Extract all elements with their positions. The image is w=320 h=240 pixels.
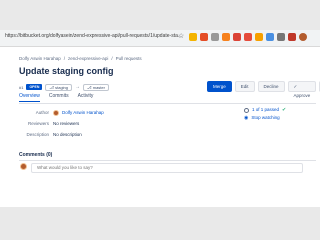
extension-icon-1[interactable] bbox=[189, 33, 197, 41]
browser-extension-icons: ☆ bbox=[178, 33, 307, 41]
pr-tabs: Overview Commits Activity bbox=[19, 93, 93, 102]
clock-icon bbox=[244, 107, 249, 113]
author-value[interactable]: Dolfy Aswin Harahap bbox=[53, 109, 104, 117]
tab-overview[interactable]: Overview bbox=[19, 93, 40, 102]
author-label: Author bbox=[35, 110, 49, 115]
avatar bbox=[53, 109, 59, 116]
star-icon[interactable]: ☆ bbox=[178, 33, 186, 41]
reviewers-value: No reviewers bbox=[53, 121, 80, 126]
profile-avatar-icon[interactable] bbox=[299, 33, 307, 41]
source-branch[interactable]: ⎇ staging bbox=[45, 83, 73, 91]
extension-icon-5[interactable] bbox=[233, 33, 241, 41]
extension-icon-4[interactable] bbox=[222, 33, 230, 41]
extension-icon-2[interactable] bbox=[200, 33, 208, 41]
extension-icon-8[interactable] bbox=[266, 33, 274, 41]
check-icon: ✓ bbox=[293, 84, 298, 89]
extension-icon-10[interactable] bbox=[288, 33, 296, 41]
breadcrumb-repo[interactable]: zend-expressive-api bbox=[68, 56, 108, 61]
merge-button[interactable]: Merge bbox=[207, 81, 232, 92]
watch-toggle[interactable]: ◉ Stop watching bbox=[244, 114, 286, 122]
decline-button[interactable]: Decline bbox=[257, 81, 285, 92]
extension-icon-9[interactable] bbox=[277, 33, 285, 41]
description-value: No description bbox=[53, 132, 82, 137]
comment-input[interactable] bbox=[31, 163, 303, 173]
approve-button[interactable]: ✓ Approve bbox=[287, 81, 317, 98]
extension-icon-7[interactable] bbox=[255, 33, 263, 41]
breadcrumb: Dolfy Aswin Harahap / zend-expressive-api /… bbox=[19, 56, 142, 61]
comments-heading: Comments (0) bbox=[19, 152, 53, 158]
branch-row: #1 OPEN ⎇ staging → ⎇ master bbox=[19, 83, 109, 91]
reviewers-label: Reviewers bbox=[27, 121, 49, 126]
status-badge: OPEN bbox=[26, 84, 43, 90]
build-status[interactable]: 1 of 1 passed ✔ bbox=[244, 106, 286, 114]
url-text[interactable]: https://bitbucket.org/dolfyasein/zend-ex… bbox=[5, 33, 182, 39]
avatar bbox=[20, 163, 27, 170]
extension-icon-3[interactable] bbox=[211, 33, 219, 41]
pr-actions: Merge Edit Decline ✓ Approve ⋮ bbox=[207, 81, 320, 98]
arrow-right-icon: → bbox=[75, 84, 81, 90]
tabs-divider bbox=[19, 103, 316, 104]
breadcrumb-owner[interactable]: Dolfy Aswin Harahap bbox=[19, 56, 61, 61]
browser-address-bar[interactable]: https://bitbucket.org/dolfyasein/zend-ex… bbox=[0, 30, 320, 47]
eye-icon: ◉ bbox=[244, 115, 249, 121]
breadcrumb-section[interactable]: Pull requests bbox=[116, 56, 142, 61]
extension-icon-6[interactable] bbox=[244, 33, 252, 41]
pr-sidebar: 1 of 1 passed ✔ ◉ Stop watching bbox=[244, 106, 286, 122]
comments-divider bbox=[19, 160, 316, 161]
edit-button[interactable]: Edit bbox=[234, 81, 255, 92]
screen: https://bitbucket.org/dolfyasein/zend-ex… bbox=[0, 0, 320, 240]
pull-request-page: Dolfy Aswin Harahap / zend-expressive-api /… bbox=[0, 47, 320, 207]
description-label: Description bbox=[26, 132, 49, 137]
tab-commits[interactable]: Commits bbox=[49, 93, 69, 102]
check-circle-icon: ✔ bbox=[282, 107, 287, 113]
target-branch[interactable]: ⎇ master bbox=[83, 83, 109, 91]
page-title: Update staging config bbox=[19, 66, 114, 76]
pr-number: #1 bbox=[19, 84, 24, 90]
tab-activity[interactable]: Activity bbox=[78, 93, 94, 102]
